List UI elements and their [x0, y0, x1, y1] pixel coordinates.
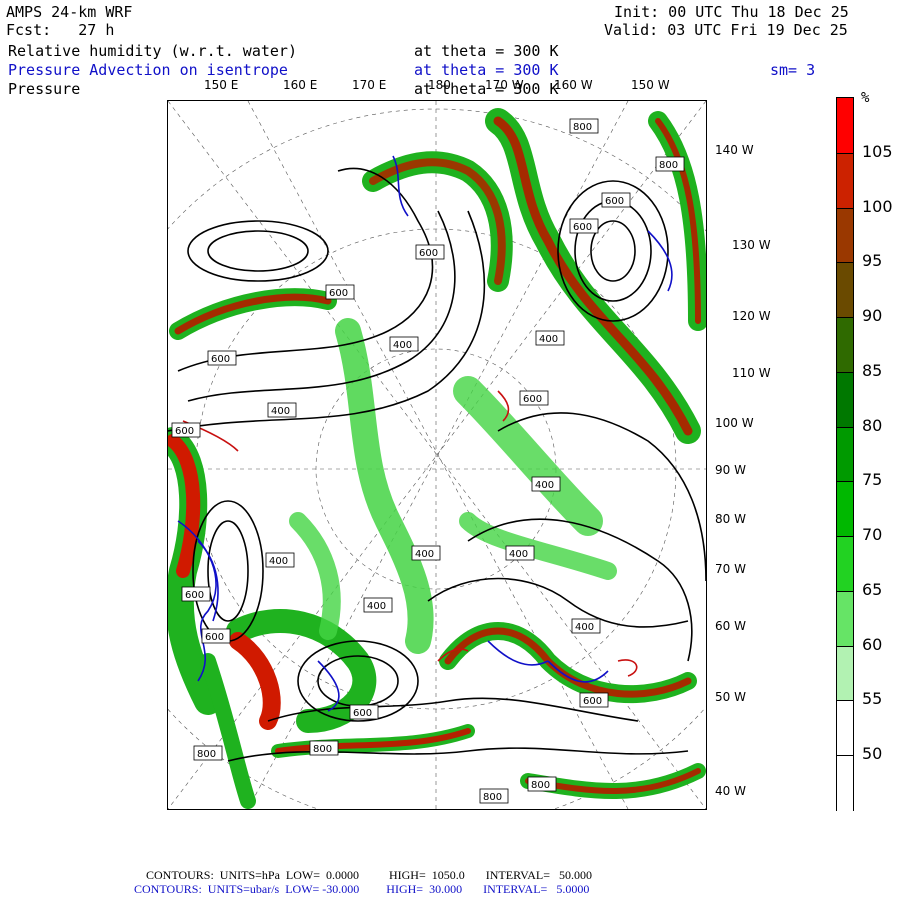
field-padv-label: Pressure Advection on isentrope	[8, 61, 288, 79]
map-graphic: 800 800 600 600 600 600 600 400 600 400 …	[168, 101, 706, 809]
colorbar-segment	[837, 262, 853, 319]
contour-label: 600	[175, 426, 194, 437]
contour-label: 400	[539, 334, 558, 345]
contour-label: 600	[353, 708, 372, 719]
contour-label: 600	[573, 222, 592, 233]
contour-label: 600	[185, 590, 204, 601]
lon-label: 100 W	[715, 416, 754, 430]
colorbar-segment	[837, 207, 853, 264]
contour-label: 400	[415, 549, 434, 560]
colorbar-segment	[837, 426, 853, 483]
lon-label: 150 W	[631, 78, 670, 92]
contour-label: 600	[211, 354, 230, 365]
footer-contours-pressure: CONTOURS: UNITS=hPa LOW= 0.0000 HIGH= 10…	[146, 868, 592, 882]
colorbar-label: 80	[862, 415, 883, 435]
lon-label: 180	[428, 78, 451, 92]
contour-label: 400	[509, 549, 528, 560]
colorbar-segment	[837, 481, 853, 538]
field-rh-level: at theta = 300 K	[414, 42, 559, 60]
contour-label: 600	[583, 696, 602, 707]
contour-label: 800	[659, 160, 678, 171]
field-padv-level: at theta = 300 K	[414, 61, 559, 79]
contour-label: 400	[393, 340, 412, 351]
lon-label: 60 W	[715, 619, 746, 633]
lon-label: 110 W	[732, 366, 771, 380]
contour-label: 800	[197, 749, 216, 760]
contour-label: 400	[269, 556, 288, 567]
lon-label: 150 E	[204, 78, 239, 92]
contour-label: 400	[575, 622, 594, 633]
colorbar-label: 90	[862, 306, 883, 326]
colorbar-label: 60	[862, 634, 883, 654]
lon-label: 140 W	[715, 143, 754, 157]
contour-label: 400	[367, 601, 386, 612]
footer-contours-advection: CONTOURS: UNITS=ubar/s LOW= -30.000 HIGH…	[134, 882, 590, 896]
model-title: AMPS 24-km WRF	[6, 3, 133, 21]
colorbar-label: 85	[862, 360, 883, 380]
valid-time: Valid: 03 UTC Fri 19 Dec 25	[604, 21, 848, 39]
contour-label: 600	[419, 248, 438, 259]
lon-label: 170 W	[485, 78, 524, 92]
colorbar-segment	[837, 700, 853, 757]
colorbar-segment	[837, 755, 853, 811]
contour-label: 800	[573, 122, 592, 133]
lon-label: 130 W	[732, 238, 771, 252]
lon-label: 80 W	[715, 512, 746, 526]
lon-label: 160 E	[283, 78, 318, 92]
colorbar-segment	[837, 590, 853, 647]
lon-label: 50 W	[715, 690, 746, 704]
contour-label: 800	[313, 744, 332, 755]
colorbar-unit: %	[861, 90, 870, 106]
field-rh-label: Relative humidity (w.r.t. water)	[8, 42, 297, 60]
colorbar-segment	[837, 645, 853, 702]
lon-label: 90 W	[715, 463, 746, 477]
forecast-hour: Fcst: 27 h	[6, 21, 115, 39]
contour-label: 800	[531, 780, 550, 791]
contour-label: 600	[329, 288, 348, 299]
colorbar-label: 55	[862, 689, 883, 709]
colorbar-label: 50	[862, 744, 883, 764]
colorbar-label: 70	[862, 525, 883, 545]
colorbar-segment	[837, 536, 853, 592]
weather-map-page: { "header": { "model": "AMPS 24-km WRF",…	[0, 0, 900, 900]
init-time: Init: 00 UTC Thu 18 Dec 25	[614, 3, 849, 21]
colorbar-label: 75	[862, 470, 883, 490]
contour-label: 400	[535, 480, 554, 491]
contour-label: 600	[605, 196, 624, 207]
colorbar-segment	[837, 152, 853, 209]
smoothing-label: sm= 3	[770, 61, 816, 79]
lon-label: 120 W	[732, 309, 771, 323]
colorbar-label: 100	[862, 196, 893, 216]
colorbar-segment	[837, 317, 853, 373]
colorbar-segment	[837, 371, 853, 428]
contour-label: 600	[523, 394, 542, 405]
colorbar-label: 65	[862, 579, 883, 599]
lon-label: 40 W	[715, 784, 746, 798]
map-panel: 800 800 600 600 600 600 600 400 600 400 …	[167, 100, 707, 810]
lon-label: 70 W	[715, 562, 746, 576]
field-pressure-label: Pressure	[8, 80, 81, 98]
colorbar-segment	[837, 98, 853, 153]
colorbar-label: 105	[862, 141, 893, 161]
contour-label: 800	[483, 792, 502, 803]
contour-label: 400	[271, 406, 290, 417]
contour-label: 600	[205, 632, 224, 643]
lon-label: 170 E	[352, 78, 387, 92]
colorbar	[836, 97, 854, 811]
lon-label: 160 W	[554, 78, 593, 92]
colorbar-label: 95	[862, 251, 883, 271]
